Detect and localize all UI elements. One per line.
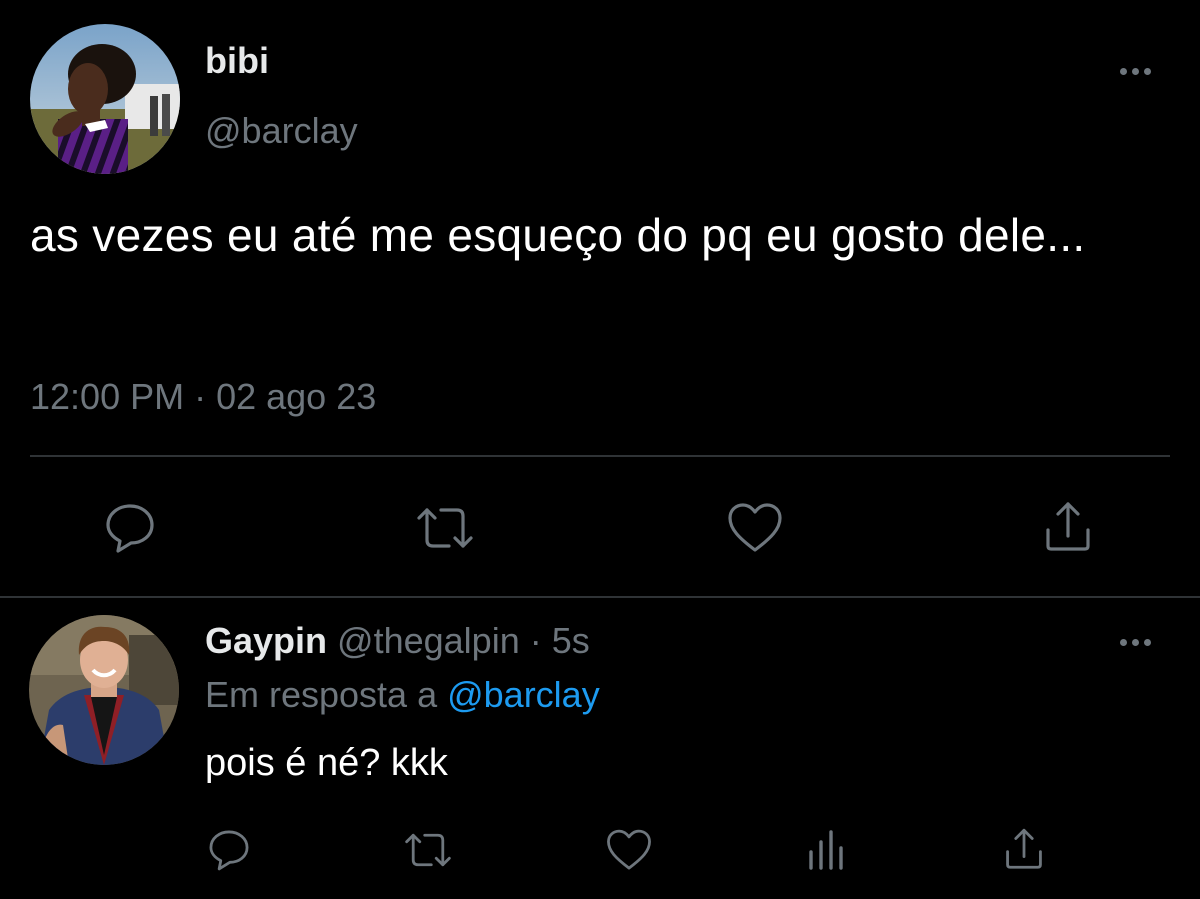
main-tweet-text: as vezes eu até me esqueço do pq eu gost…	[30, 209, 1086, 261]
reply-tweet-header: Gaypin @thegalpin · 5s	[205, 620, 590, 662]
avatar-photo	[29, 615, 179, 765]
main-tweet-avatar[interactable]	[30, 24, 180, 174]
reply-icon[interactable]	[205, 827, 253, 873]
analytics-icon[interactable]	[805, 828, 849, 872]
divider	[0, 596, 1200, 598]
main-tweet-timestamp[interactable]: 12:00 PM · 02 ago 23	[30, 376, 376, 418]
divider	[30, 455, 1170, 457]
reply-tweet-separator: ·	[519, 620, 552, 661]
reply-tweet-avatar[interactable]	[29, 615, 179, 765]
avatar-photo	[30, 24, 180, 174]
dot	[1132, 68, 1139, 75]
retweet-icon[interactable]	[413, 500, 477, 556]
share-icon[interactable]	[1000, 827, 1048, 873]
reply-to-line: Em resposta a @barclay	[205, 674, 600, 716]
reply-tweet-text: pois é né? kkk	[205, 742, 448, 784]
dot	[1120, 639, 1127, 646]
dot	[1144, 68, 1151, 75]
like-icon[interactable]	[725, 500, 785, 556]
dot	[1132, 639, 1139, 646]
reply-tweet-handle[interactable]: @thegalpin	[337, 620, 520, 661]
main-tweet-more-icon[interactable]	[1120, 68, 1151, 75]
dot	[1144, 639, 1151, 646]
reply-tweet-more-icon[interactable]	[1120, 639, 1151, 646]
main-tweet-display-name[interactable]: bibi	[205, 40, 269, 82]
reply-to-prefix: Em resposta a	[205, 674, 448, 715]
share-icon[interactable]	[1040, 500, 1096, 556]
main-tweet-handle[interactable]: @barclay	[205, 110, 358, 152]
reply-tweet-time[interactable]: 5s	[552, 620, 590, 661]
reply-icon[interactable]	[102, 500, 158, 556]
dot	[1120, 68, 1127, 75]
reply-to-mention[interactable]: @barclay	[447, 674, 600, 715]
retweet-icon[interactable]	[400, 827, 456, 873]
reply-tweet-display-name[interactable]: Gaypin	[205, 620, 327, 661]
like-icon[interactable]	[604, 827, 654, 873]
